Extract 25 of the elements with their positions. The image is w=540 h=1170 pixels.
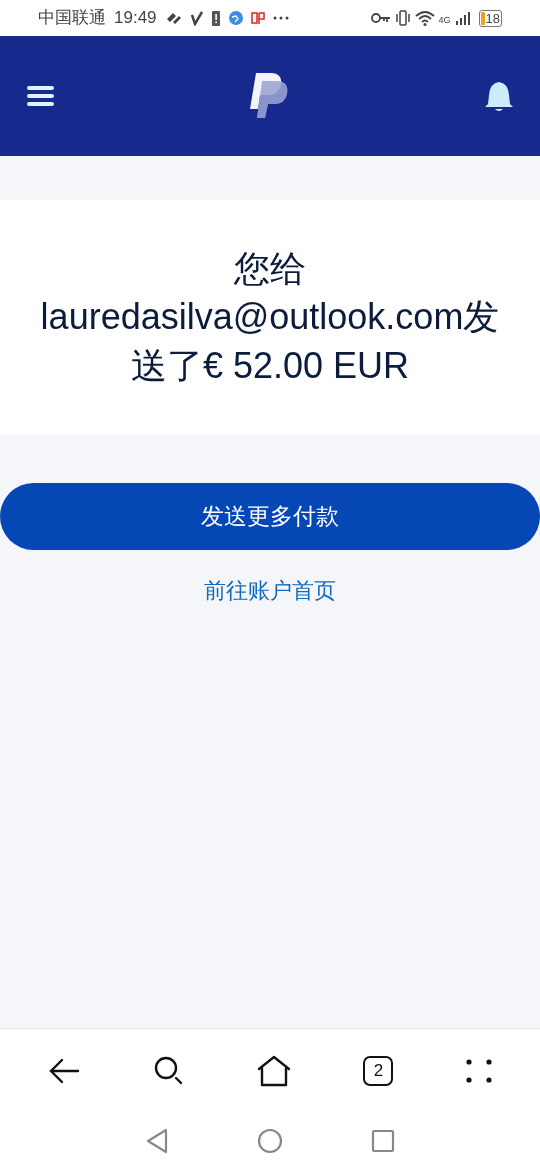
menu-dots-icon[interactable] [465, 1059, 492, 1083]
nav-recents-icon[interactable] [371, 1129, 395, 1153]
logo-icon [250, 73, 290, 119]
menu-icon[interactable] [26, 85, 56, 107]
confirmation-message: 您给lauredasilva@outlook.com发送了€ 52.00 EUR [39, 246, 501, 388]
send-more-button[interactable]: 发送更多付款 [0, 483, 540, 550]
key-icon [370, 12, 391, 24]
wifi-icon [414, 10, 435, 26]
battery-alert-icon [210, 9, 221, 27]
search-icon[interactable] [152, 1055, 185, 1087]
more-icon [272, 15, 289, 21]
battery-indicator: 18 [478, 9, 502, 27]
tab-count-button[interactable]: 2 [363, 1056, 394, 1086]
signal-icon [454, 10, 471, 26]
nav-home-icon[interactable] [257, 1128, 283, 1154]
clock-time: 19:49 [114, 7, 157, 30]
nav-back-icon[interactable] [145, 1128, 169, 1154]
bell-icon[interactable] [484, 80, 514, 112]
back-icon[interactable] [48, 1057, 81, 1085]
carrier-name: 中国联通 [38, 7, 106, 30]
check-icon [190, 10, 203, 26]
home-icon[interactable] [256, 1055, 291, 1087]
account-home-link[interactable]: 前往账户首页 [204, 574, 336, 607]
network-type: 4G [438, 14, 451, 28]
vibrate-icon [394, 9, 411, 27]
